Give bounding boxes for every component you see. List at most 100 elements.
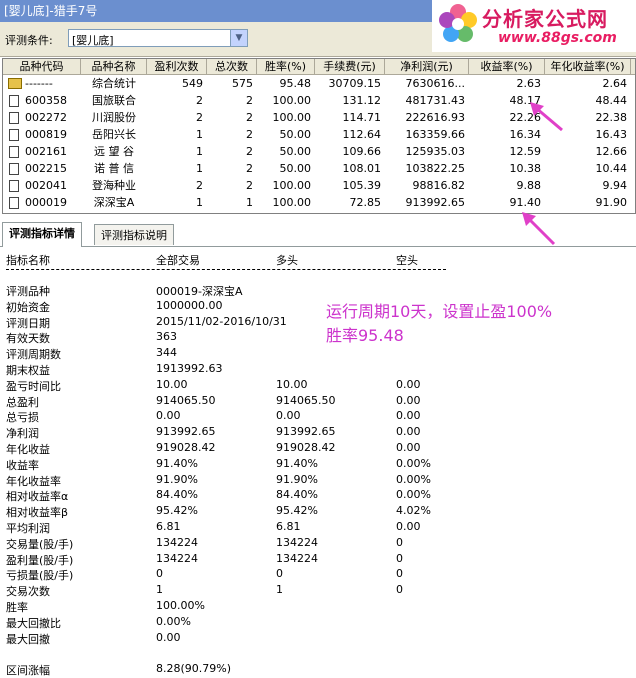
detail-long: 0.00 xyxy=(276,409,301,423)
table-cell-profit: 913992.65 xyxy=(405,196,466,209)
detail-label: 相对收益率β xyxy=(6,506,69,520)
detail-all: 134224 xyxy=(156,535,198,549)
table-cell-wins: 549 xyxy=(182,77,203,90)
arrow-icon-bottom xyxy=(522,212,556,246)
detail-all: 91.90% xyxy=(156,472,198,486)
table-cell-name: 深深宝A xyxy=(93,196,135,209)
site-logo: 分析家公式网 www.88gs.com xyxy=(432,0,636,52)
detail-label: 初始资金 xyxy=(6,300,50,314)
condition-label: 评测条件: xyxy=(5,34,53,47)
document-icon xyxy=(9,146,19,158)
detail-separator xyxy=(6,269,446,270)
column-header[interactable]: 相 xyxy=(631,59,635,75)
detail-all: 363 xyxy=(156,330,177,344)
column-header[interactable]: 总次数 xyxy=(207,59,257,75)
table-cell-total: 2 xyxy=(246,162,253,175)
table-cell-fee: 108.01 xyxy=(342,162,382,175)
detail-all: 919028.42 xyxy=(156,441,216,454)
document-icon xyxy=(9,197,19,209)
table-cell-name: 诺 普 信 xyxy=(94,162,134,175)
column-header[interactable]: 净利润(元) xyxy=(385,59,469,75)
column-header[interactable]: 品种代码 xyxy=(3,59,81,75)
column-header[interactable]: 品种名称 xyxy=(81,59,147,75)
column-header[interactable]: 年化收益率(%) xyxy=(545,59,631,75)
detail-long: 913992.65 xyxy=(276,425,336,439)
results-grid[interactable]: 品种代码 品种名称 盈利次数 总次数 胜率(%) 手续费(元) 净利润(元) 收益率(%) 年化… xyxy=(2,58,636,214)
detail-all: 100.00% xyxy=(156,599,205,612)
detail-all: 8.28(90.79%) xyxy=(156,662,232,676)
detail-long: 91.90% xyxy=(276,472,318,486)
detail-all: 91.40% xyxy=(156,456,198,470)
table-row[interactable]: 002161 远 望 谷 1 2 50.00 109.66 125935.03 12.59 12… xyxy=(3,143,635,160)
table-cell-ret: 12.59 xyxy=(509,145,542,158)
table-cell-wins: 1 xyxy=(196,196,203,209)
table-cell-fee: 114.71 xyxy=(342,111,382,124)
detail-long: 0 xyxy=(276,567,283,581)
detail-all: 914065.50 xyxy=(156,393,216,407)
table-row[interactable]: 002215 诺 普 信 1 2 50.00 108.01 103822.25 10.38 10… xyxy=(3,160,635,177)
detail-label: 净利润 xyxy=(6,427,39,441)
table-cell-code: 002215 xyxy=(25,162,67,175)
table-cell-code: ------- xyxy=(25,77,53,90)
column-header[interactable]: 手续费(元) xyxy=(315,59,385,75)
detail-short: 0.00 xyxy=(396,377,421,391)
detail-label: 年化收益 xyxy=(6,443,50,456)
detail-all: 6.81 xyxy=(156,520,181,533)
table-cell-fee: 30709.15 xyxy=(328,77,382,90)
table-row[interactable]: 002041 登海种业 2 2 100.00 105.39 98816.82 9.88 9.94 xyxy=(3,177,635,194)
column-header[interactable]: 盈利次数 xyxy=(147,59,207,75)
annotation-line-2: 胜率95.48 xyxy=(326,326,404,345)
detail-header: 指标名称 xyxy=(6,254,50,267)
document-icon xyxy=(9,129,19,141)
table-cell-profit: 163359.66 xyxy=(405,128,466,141)
table-cell-fee: 131.12 xyxy=(342,94,382,107)
table-cell-total: 1 xyxy=(246,196,253,209)
flower-logo-icon xyxy=(439,4,477,42)
detail-label: 评测周期数 xyxy=(6,348,61,362)
detail-label: 收益率 xyxy=(6,458,39,472)
document-icon xyxy=(9,163,19,175)
detail-long: 91.40% xyxy=(276,456,318,470)
table-cell-rate: 100.00 xyxy=(272,94,312,107)
detail-short: 0.00 xyxy=(396,520,421,533)
detail-label: 年化收益率 xyxy=(6,474,61,488)
detail-label: 交易次数 xyxy=(6,585,50,599)
detail-short: 0.00% xyxy=(396,456,431,470)
table-cell-profit: 222616.93 xyxy=(405,111,466,124)
table-cell-name: 国旅联合 xyxy=(92,94,136,107)
detail-all: 10.00 xyxy=(156,377,188,391)
tab-detail[interactable]: 评测指标详情 xyxy=(2,222,82,247)
table-cell-profit: 125935.03 xyxy=(405,145,466,158)
table-cell-ret: 9.88 xyxy=(516,179,542,192)
condition-select-value: [婴儿底] xyxy=(72,34,114,47)
table-cell-annual: 2.64 xyxy=(602,77,628,90)
table-cell-name: 综合统计 xyxy=(92,77,136,90)
column-header[interactable]: 收益率(%) xyxy=(469,59,545,75)
table-cell-code: 000819 xyxy=(25,128,67,141)
detail-all: 2015/11/02-2016/10/31 xyxy=(156,314,287,328)
table-cell-code: 002272 xyxy=(25,111,67,124)
detail-all: 913992.65 xyxy=(156,425,216,439)
detail-label: 期末权益 xyxy=(6,364,50,377)
detail-short: 0 xyxy=(396,535,403,549)
summary-row[interactable]: ------- 综合统计 549 575 95.48 30709.15 7630616...… xyxy=(3,75,635,92)
table-row[interactable]: 000019 深深宝A 1 1 100.00 72.85 913992.65 91.40 91.… xyxy=(3,194,635,211)
annotation-line-1: 运行周期10天，设置止盈100% xyxy=(326,302,553,321)
detail-all: 1 xyxy=(156,583,163,597)
detail-header: 空头 xyxy=(396,254,418,267)
window-title: [婴儿底]-猎手7号 xyxy=(4,4,98,18)
condition-select[interactable]: [婴儿底] ▼ xyxy=(68,29,248,47)
detail-short: 0.00 xyxy=(396,441,421,454)
tab-explanation[interactable]: 评测指标说明 xyxy=(94,224,174,245)
table-cell-wins: 1 xyxy=(196,128,203,141)
detail-all: 134224 xyxy=(156,551,198,565)
column-header[interactable]: 胜率(%) xyxy=(257,59,315,75)
detail-label: 盈亏时间比 xyxy=(6,379,61,393)
detail-label: 评测品种 xyxy=(6,285,50,298)
table-cell-name: 岳阳兴长 xyxy=(92,128,136,141)
table-cell-wins: 1 xyxy=(196,162,203,175)
detail-long: 10.00 xyxy=(276,377,308,391)
table-cell-rate: 50.00 xyxy=(279,145,312,158)
table-cell-total: 2 xyxy=(246,145,253,158)
chevron-down-icon[interactable]: ▼ xyxy=(230,30,247,46)
